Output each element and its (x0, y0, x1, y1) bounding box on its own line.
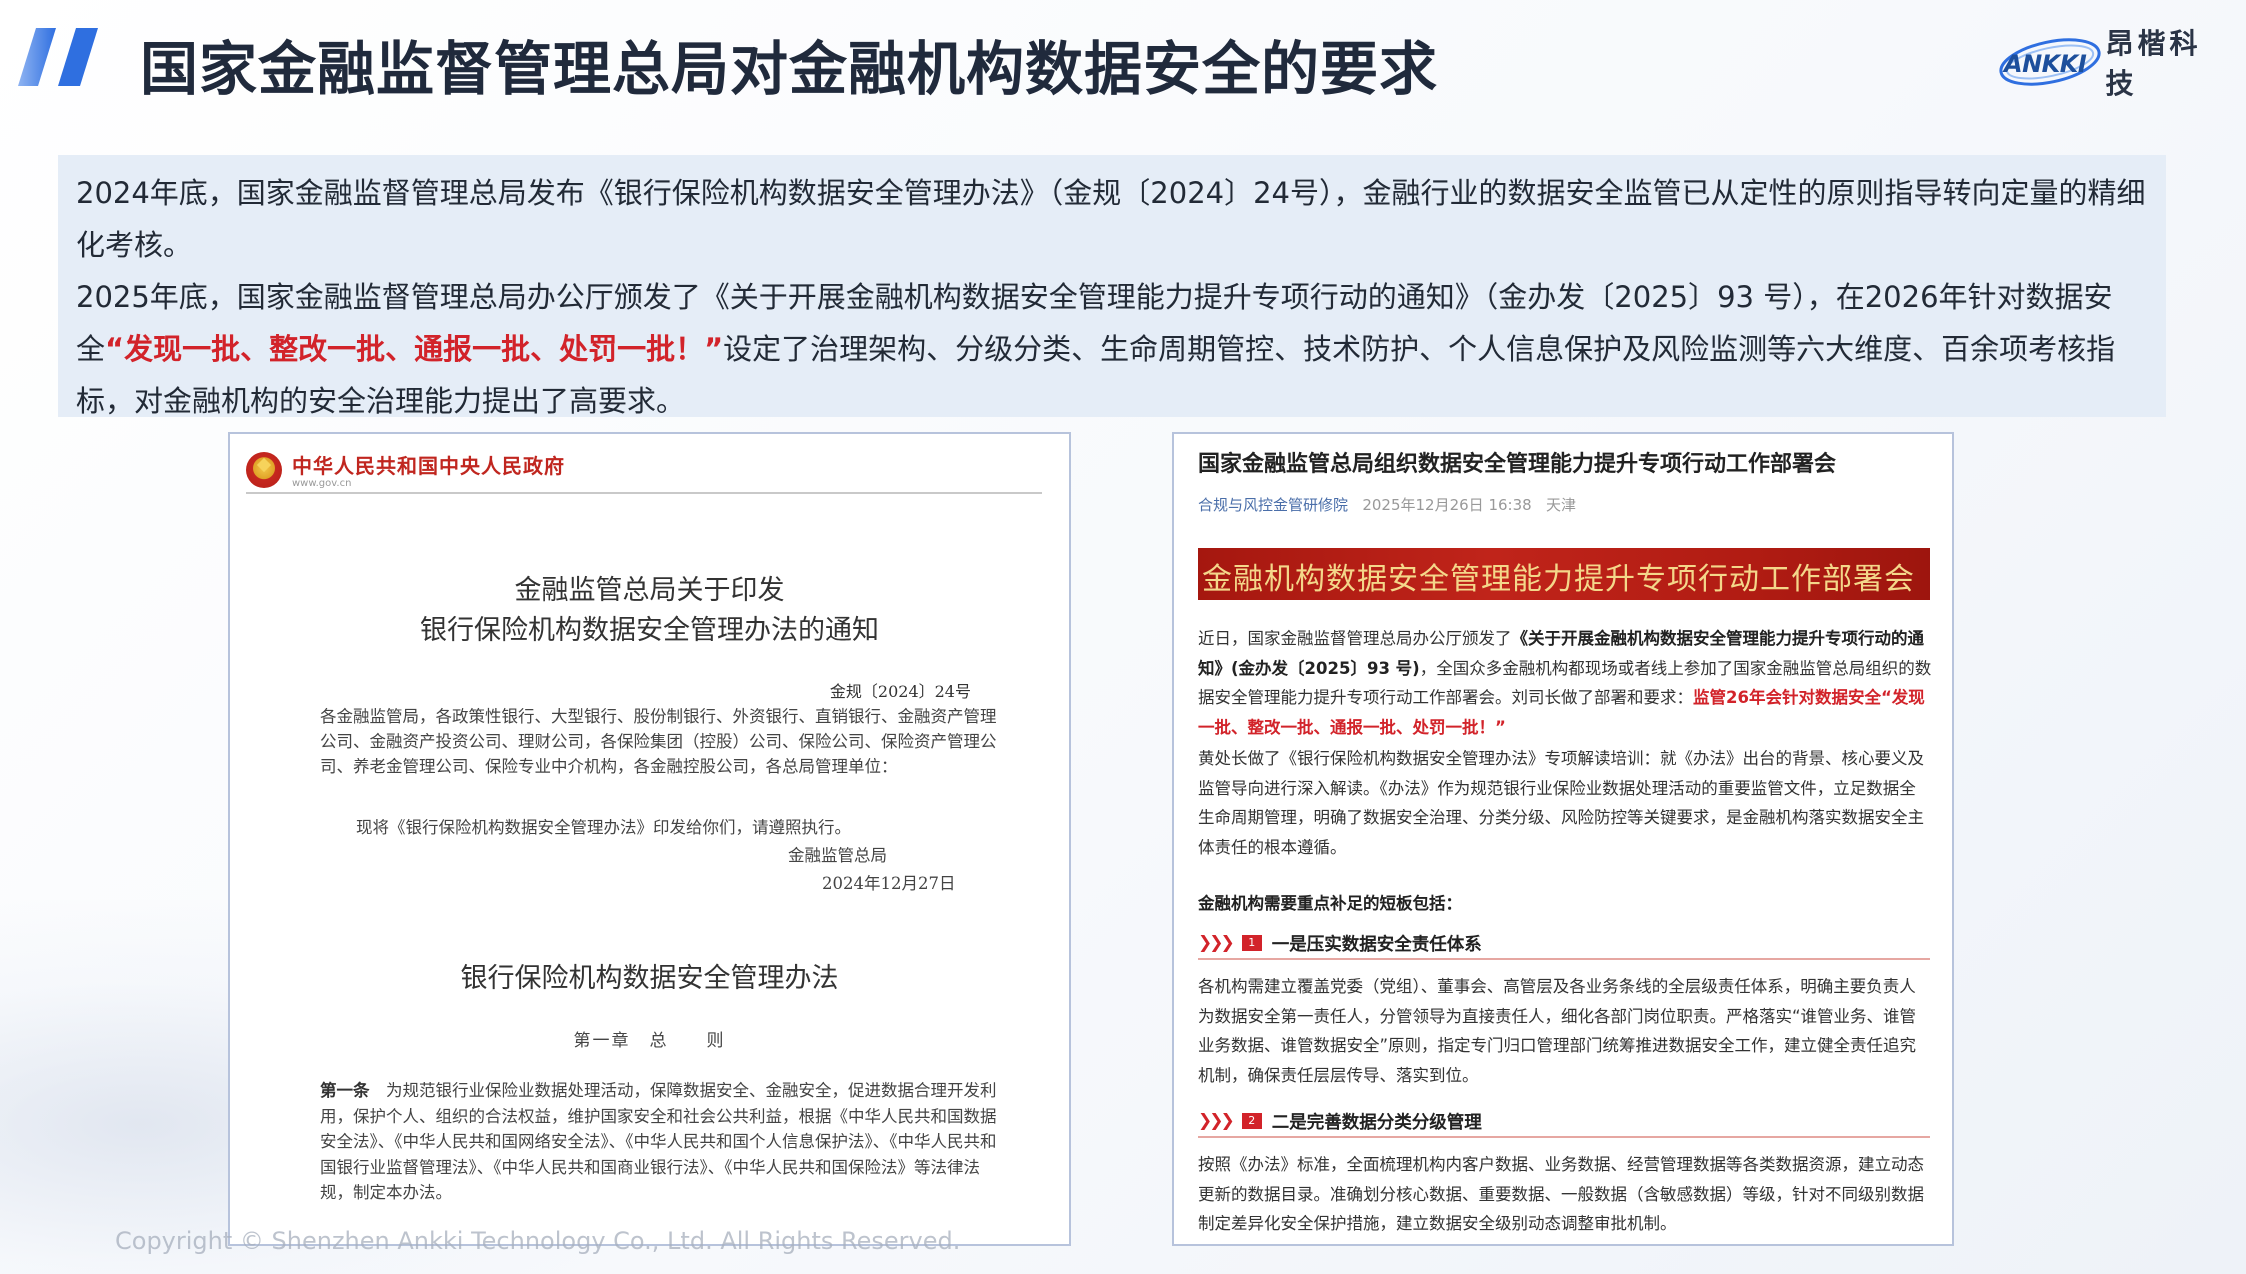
intro-p2-highlight: “发现一批、整改一批、通报一批、处罚一批！” (105, 332, 724, 366)
intro-paragraph-1: 2024年底，国家金融监督管理总局发布《银行保险机构数据安全管理办法》（金规〔2… (76, 176, 2146, 262)
chevron-right-icon: ❯❯❯ (1198, 1111, 1235, 1131)
section-2-text: 按照《办法》标准，全面梳理机构内客户数据、业务数据、经营管理数据等各类数据资源，… (1198, 1155, 1924, 1233)
notice-title-line-2: 银行保险机构数据安全管理办法的通知 (420, 615, 879, 646)
brand-mark: ANKKI (2004, 50, 2087, 78)
ankki-logo-icon: ANKKI (1998, 34, 2101, 90)
article-meta: 合规与风控金管研修院 2025年12月26日 16:38 天津 (1198, 494, 1576, 515)
notice-date: 2024年12月27日 (822, 874, 956, 893)
notice-signer: 金融监管总局 (788, 846, 887, 865)
intro-summary-box: 2024年底，国家金融监督管理总局发布《银行保险机构数据安全管理办法》（金规〔2… (58, 155, 2166, 418)
gov-site-url: www.gov.cn (292, 478, 352, 489)
brand-logo: ANKKI 昂楷科技 (1998, 27, 2228, 100)
law-title: 银行保险机构数据安全管理办法 (460, 963, 839, 994)
article-title: 国家金融监管总局组织数据安全管理能力提升专项行动工作部署会 (1198, 452, 1837, 477)
notice-title-line-1: 金融监管总局关于印发 (514, 575, 785, 606)
section-1-text: 各机构需建立覆盖党委（党组）、董事会、高管层及各业务条线的全层级责任体系，明确主… (1198, 977, 1917, 1085)
brand-name: 昂楷科技 (2105, 27, 2202, 100)
section-2-number: 2 (1241, 1113, 1262, 1129)
article-location: 天津 (1545, 496, 1576, 514)
gov-site-name: 中华人民共和国中央人民政府 (292, 454, 565, 478)
section-1-header: ❯❯❯ 1 一是压实数据安全责任体系 (1198, 928, 1930, 960)
notice-recipients: 各金融监管局，各政策性银行、大型银行、股份制银行、外资银行、直销银行、金融资产管… (320, 707, 997, 776)
article-datetime: 2025年12月26日 16:38 (1362, 496, 1532, 514)
article-paragraph-1: 近日，国家金融监督管理总局办公厅颁发了《关于开展金融机构数据安全管理能力提升专项… (1198, 624, 1932, 742)
section-1-title: 一是压实数据安全责任体系 (1271, 934, 1482, 955)
article-1: 第一条 为规范银行业保险业数据处理活动，保障数据安全、金融安全，促进数据合理开发… (320, 1078, 1000, 1206)
article-paragraph-2: 黄处长做了《银行保险机构数据安全管理办法》专项解读培训：就《办法》出台的背景、核… (1198, 749, 1924, 857)
header-divider (246, 492, 1042, 494)
chevron-right-icon: ❯❯❯ (1198, 933, 1235, 953)
page-title: 国家金融监督管理总局对金融机构数据安全的要求 (140, 35, 1439, 103)
section-2-title: 二是完善数据分类分级管理 (1271, 1112, 1482, 1133)
article-text: 为规范银行业保险业数据处理活动，保障数据安全、金融安全，促进数据合理开发利用，保… (320, 1081, 997, 1202)
gov-site-header: 中华人民共和国中央人民政府 www.gov.cn (246, 444, 1056, 504)
meeting-banner-image: 金融机构数据安全管理能力提升专项行动工作部署会 (1198, 548, 1930, 600)
meeting-article: 国家金融监管总局组织数据安全管理能力提升专项行动工作部署会 合规与风控金管研修院… (1172, 432, 1954, 1246)
banner-text: 金融机构数据安全管理能力提升专项行动工作部署会 (1202, 562, 1915, 597)
title-slash-icon (18, 28, 98, 86)
notice-instruction: 现将《银行保险机构数据安全管理办法》印发给你们，请遵照执行。 (356, 818, 851, 837)
section-1-number: 1 (1241, 935, 1262, 951)
gov-notice-document: 中华人民共和国中央人民政府 www.gov.cn 金融监管总局关于印发 银行保险… (228, 432, 1071, 1246)
p1-text-a: 近日，国家金融监督管理总局办公厅颁发了 (1198, 629, 1512, 648)
national-emblem-icon (246, 452, 282, 488)
section-2-header: ❯❯❯ 2 二是完善数据分类分级管理 (1198, 1106, 1930, 1138)
notice-doc-number: 金规〔2024〕24号 (829, 682, 971, 701)
copyright-footer: Copyright © Shenzhen Ankki Technology Co… (115, 1227, 961, 1255)
shortcomings-subhead: 金融机构需要重点补足的短板包括： (1198, 894, 1462, 913)
chapter-heading: 第一章 总 则 (573, 1031, 726, 1051)
article-source-link[interactable]: 合规与风控金管研修院 (1198, 496, 1348, 514)
article-label: 第一条 (320, 1081, 370, 1100)
intro-paragraph-2: 2025年底，国家金融监督管理总局办公厅颁发了《关于开展金融机构数据安全管理能力… (76, 271, 2150, 427)
